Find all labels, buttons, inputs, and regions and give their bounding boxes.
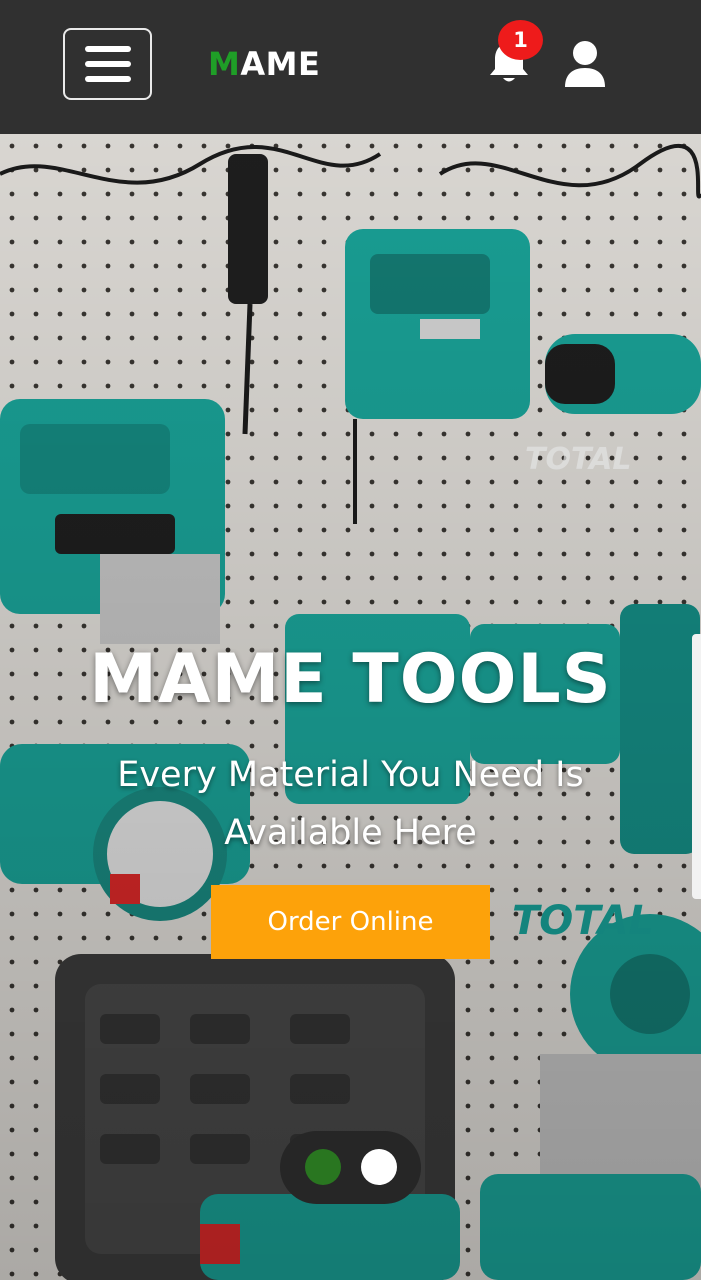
logo-text: AME xyxy=(240,45,321,83)
order-online-button[interactable]: Order Online xyxy=(211,885,490,959)
hero-banner: TOTAL TOTAL MAME TOOLS Every Material Yo… xyxy=(0,134,701,1280)
notification-badge: 1 xyxy=(498,20,543,60)
site-logo[interactable]: MAME xyxy=(208,42,320,86)
carousel-dot-1[interactable] xyxy=(305,1149,341,1185)
hero-subtitle: Every Material You Need Is Available Her… xyxy=(117,755,584,853)
carousel-indicators xyxy=(280,1131,421,1204)
user-icon[interactable] xyxy=(562,40,608,88)
menu-button[interactable] xyxy=(63,28,152,100)
logo-accent-letter: M xyxy=(208,45,241,83)
side-scroll-handle[interactable] xyxy=(692,634,701,899)
hero-title: MAME TOOLS xyxy=(89,640,612,719)
hamburger-menu-icon xyxy=(84,46,131,52)
carousel-dot-2[interactable] xyxy=(361,1149,397,1185)
top-navigation-bar: MAME 1 xyxy=(0,0,701,134)
